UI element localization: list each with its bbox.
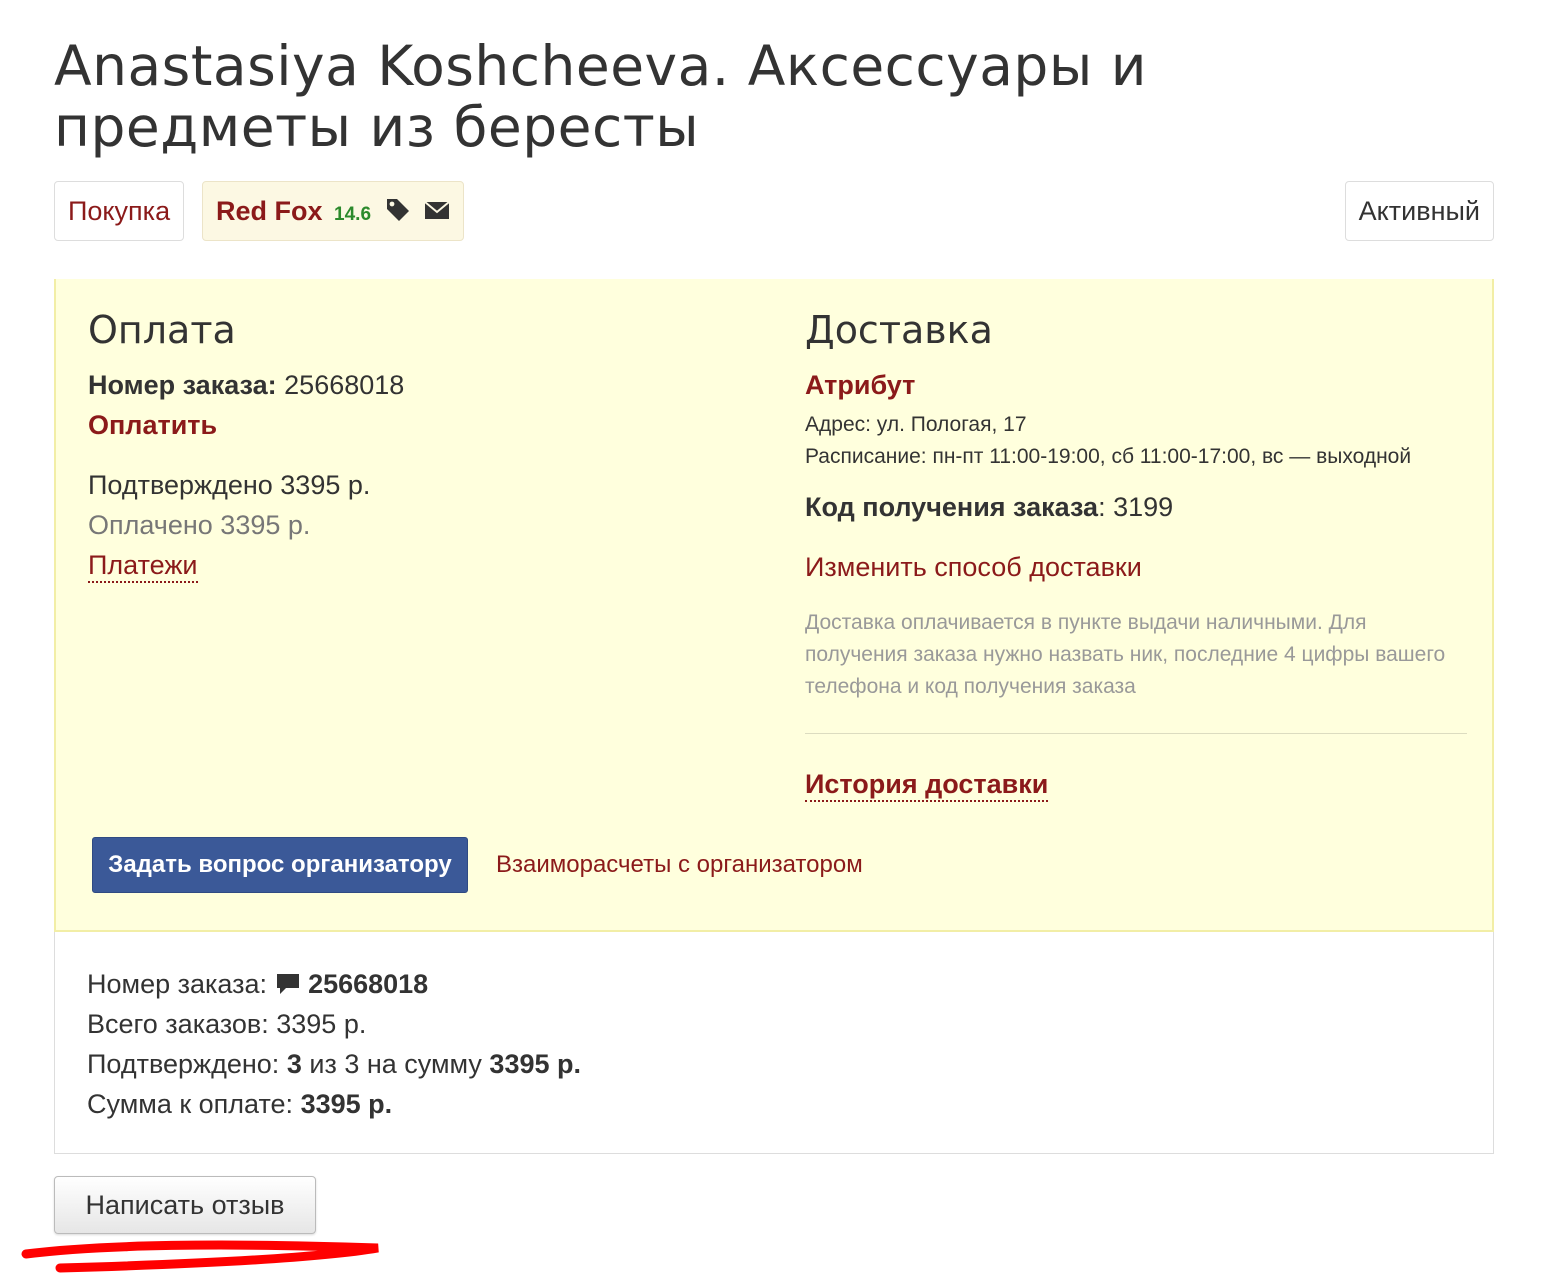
pay-link[interactable]: Оплатить — [88, 405, 748, 445]
tag-icon[interactable] — [385, 197, 411, 223]
summary-confirmed-row: Подтверждено: 3 из 3 на сумму 3395 р. — [87, 1044, 1493, 1084]
delivery-section: Доставка Атрибут Адрес: ул. Пологая, 17 … — [805, 307, 1467, 804]
organizer-name[interactable]: Red Fox — [216, 196, 323, 226]
summary-order-row: Номер заказа: 25668018 — [87, 964, 1493, 1004]
summary-due-sum: 3395 р. — [300, 1089, 393, 1119]
payments-link[interactable]: Платежи — [88, 550, 198, 583]
payment-section: Оплата Номер заказа: 25668018 Оплатить П… — [88, 307, 748, 585]
summary-confirmed-of: из 3 на сумму — [309, 1049, 482, 1079]
red-underline-annotation — [21, 1240, 379, 1273]
summary-confirmed-count: 3 — [286, 1049, 302, 1079]
change-delivery-link[interactable]: Изменить способ доставки — [805, 547, 1467, 587]
pickup-code-label: Код получения заказа — [805, 492, 1099, 522]
order-panel: Оплата Номер заказа: 25668018 Оплатить П… — [54, 279, 1494, 932]
order-summary: Номер заказа: 25668018 Всего заказов: 33… — [54, 932, 1494, 1154]
delivery-heading: Доставка — [805, 308, 993, 352]
delivery-note: Доставка оплачивается в пункте выдачи на… — [805, 611, 1446, 698]
ask-organizer-button[interactable]: Задать вопрос организатору — [92, 837, 468, 893]
write-review-button[interactable]: Написать отзыв — [54, 1176, 316, 1234]
pickup-schedule: Расписание: пн-пт 11:00-19:00, сб 11:00-… — [805, 445, 1412, 468]
pickup-code-value: : 3199 — [1098, 492, 1174, 522]
page-title: Anastasiya Koshcheeva. Аксессуары и пред… — [54, 34, 1147, 159]
payment-heading: Оплата — [88, 308, 236, 352]
summary-order-label: Номер заказа: — [87, 969, 268, 999]
pickup-address: Адрес: ул. Пологая, 17 — [805, 413, 1027, 436]
delivery-history-link[interactable]: История доставки — [805, 769, 1049, 802]
pickup-point-name[interactable]: Атрибут — [805, 365, 1467, 405]
divider — [805, 733, 1467, 734]
summary-confirmed-sum: 3395 р. — [489, 1049, 581, 1079]
order-number-value: 25668018 — [284, 370, 405, 400]
summary-confirmed-label: Подтверждено: — [87, 1049, 280, 1079]
summary-total: Всего заказов: 3395 р. — [87, 1009, 367, 1039]
summary-order-number: 25668018 — [308, 969, 429, 999]
organizer-rating: 14.6 — [334, 204, 372, 225]
order-number-row: Номер заказа: 25668018 — [88, 365, 748, 405]
organizer-badge[interactable]: Red Fox 14.6 — [202, 181, 465, 241]
confirmed-amount: Подтверждено 3395 р. — [88, 470, 371, 500]
summary-due-label: Сумма к оплате: — [87, 1089, 294, 1119]
comment-icon[interactable] — [275, 972, 301, 996]
envelope-icon[interactable] — [424, 199, 450, 221]
pickup-code-row: Код получения заказа: 3199 — [805, 487, 1467, 527]
summary-due-row: Сумма к оплате: 3395 р. — [87, 1084, 1493, 1124]
paid-amount: Оплачено 3395 р. — [88, 510, 311, 540]
status-badge: Активный — [1344, 181, 1494, 241]
purchase-tab[interactable]: Покупка — [54, 181, 185, 241]
order-number-label: Номер заказа: — [88, 370, 277, 400]
mutual-settlements-link[interactable]: Взаиморасчеты с организатором — [496, 850, 863, 880]
